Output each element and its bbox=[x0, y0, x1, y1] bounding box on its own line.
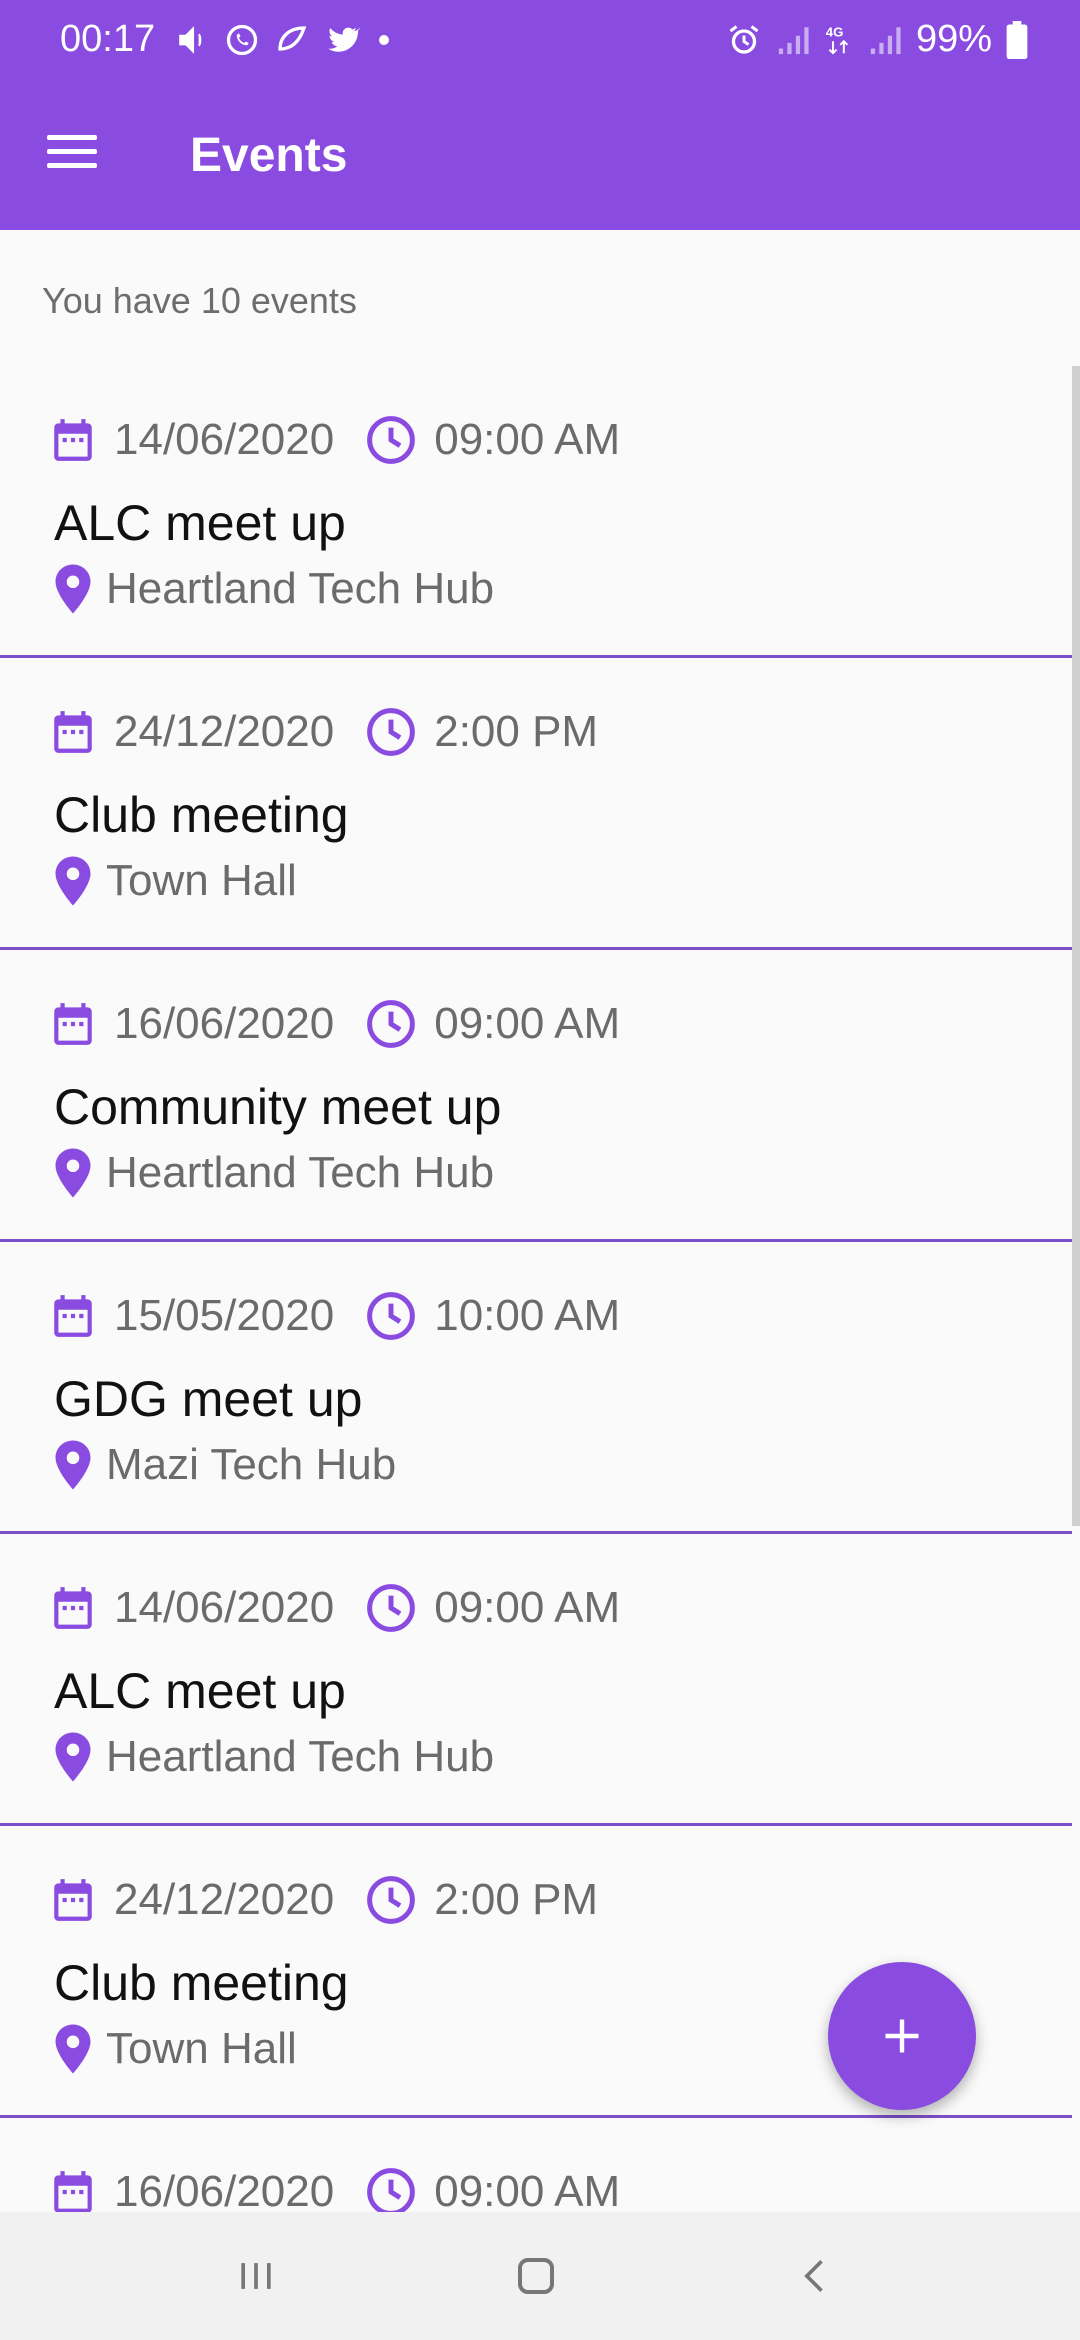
app-toolbar: Events bbox=[0, 82, 1080, 230]
event-title: GDG meet up bbox=[54, 1371, 363, 1427]
status-time: 00:17 bbox=[60, 18, 156, 60]
svg-text:4G: 4G bbox=[826, 24, 844, 39]
add-event-button[interactable] bbox=[828, 1962, 976, 2110]
event-datetime-row: 24/12/2020 2:00 PM bbox=[48, 704, 598, 760]
calendar-icon bbox=[54, 1587, 92, 1629]
event-location: Town Hall bbox=[106, 856, 297, 905]
battery-percent: 99% bbox=[915, 18, 992, 60]
event-datetime-row: 16/06/2020 09:00 AM bbox=[48, 2164, 620, 2212]
event-location: Heartland Tech Hub bbox=[106, 1148, 495, 1197]
calendar-icon bbox=[54, 1879, 92, 1921]
event-datetime-row: 16/06/2020 09:00 AM bbox=[48, 996, 620, 1052]
scrollbar[interactable] bbox=[1072, 366, 1080, 1526]
event-location: Heartland Tech Hub bbox=[106, 564, 495, 613]
event-date: 16/06/2020 bbox=[114, 2167, 335, 2212]
location-pin-icon bbox=[55, 564, 91, 614]
event-list-item[interactable]: 24/12/2020 2:00 PM Club meeting Town Hal… bbox=[0, 658, 1072, 950]
event-time: 2:00 PM bbox=[434, 707, 599, 756]
clock-icon bbox=[367, 2168, 416, 2212]
event-list-item[interactable]: 14/06/2020 09:00 AM ALC meet up Heartlan… bbox=[0, 1534, 1072, 1826]
clock-icon bbox=[367, 416, 416, 464]
signal-icon bbox=[870, 26, 901, 54]
event-location-row: Heartland Tech Hub bbox=[52, 1730, 494, 1784]
status-bar: 00:17 4G 99% bbox=[0, 0, 1080, 82]
event-location-row: Mazi Tech Hub bbox=[52, 1438, 396, 1492]
event-date: 15/05/2020 bbox=[114, 1291, 335, 1340]
event-time: 09:00 AM bbox=[434, 415, 621, 464]
menu-line bbox=[47, 149, 97, 154]
volume-icon bbox=[179, 26, 202, 54]
home-button[interactable] bbox=[496, 2246, 576, 2306]
menu-line bbox=[47, 163, 97, 168]
event-title: Community meet up bbox=[54, 1079, 502, 1135]
calendar-icon bbox=[54, 1295, 92, 1337]
battery-icon bbox=[1006, 20, 1028, 59]
event-datetime-row: 24/12/2020 2:00 PM bbox=[48, 1872, 598, 1928]
event-title: ALC meet up bbox=[54, 495, 346, 551]
event-location-row: Heartland Tech Hub bbox=[52, 562, 494, 616]
event-location-row: Town Hall bbox=[52, 854, 297, 908]
event-location: Town Hall bbox=[106, 2024, 297, 2073]
event-date: 14/06/2020 bbox=[114, 415, 335, 464]
calendar-icon bbox=[54, 711, 92, 753]
4g-icon: 4G bbox=[826, 24, 849, 55]
event-location: Mazi Tech Hub bbox=[106, 1440, 397, 1489]
event-date: 24/12/2020 bbox=[114, 707, 335, 756]
event-location: Heartland Tech Hub bbox=[106, 1732, 495, 1781]
event-time: 09:00 AM bbox=[434, 999, 621, 1048]
back-button[interactable] bbox=[776, 2246, 856, 2306]
event-title: Club meeting bbox=[54, 787, 349, 843]
hamburger-menu-icon[interactable] bbox=[36, 126, 108, 186]
recent-apps-icon bbox=[241, 2263, 271, 2289]
calendar-icon bbox=[54, 2171, 92, 2212]
event-date: 16/06/2020 bbox=[114, 999, 335, 1048]
whatsapp-icon bbox=[226, 24, 258, 56]
clock-icon bbox=[367, 1876, 416, 1924]
event-time: 09:00 AM bbox=[434, 1583, 621, 1632]
clock-icon bbox=[367, 1292, 416, 1340]
plus-icon bbox=[885, 2019, 919, 2053]
event-time: 10:00 AM bbox=[434, 1291, 621, 1340]
event-location-row: Heartland Tech Hub bbox=[52, 1146, 494, 1200]
home-icon bbox=[518, 2258, 554, 2294]
event-title: Club meeting bbox=[54, 1955, 349, 2011]
calendar-icon bbox=[54, 1003, 92, 1045]
clock-icon bbox=[367, 708, 416, 756]
event-title: ALC meet up bbox=[54, 1663, 346, 1719]
clock-icon bbox=[367, 1000, 416, 1048]
location-pin-icon bbox=[55, 2024, 91, 2074]
event-count-text: You have 10 events bbox=[42, 280, 357, 321]
system-nav-bar bbox=[0, 2212, 1080, 2340]
event-datetime-row: 14/06/2020 09:00 AM bbox=[48, 1580, 620, 1636]
event-location-row: Town Hall bbox=[52, 2022, 297, 2076]
event-list-item[interactable]: 16/06/2020 09:00 AM bbox=[0, 2118, 1072, 2212]
dot-icon bbox=[379, 35, 389, 45]
event-time: 2:00 PM bbox=[434, 1875, 599, 1924]
location-pin-icon bbox=[55, 1148, 91, 1198]
alarm-icon bbox=[729, 24, 759, 54]
recent-apps-button[interactable] bbox=[216, 2246, 296, 2306]
calendar-icon bbox=[54, 419, 92, 461]
location-pin-icon bbox=[55, 1440, 91, 1490]
event-date: 14/06/2020 bbox=[114, 1583, 335, 1632]
back-icon bbox=[804, 2260, 823, 2292]
status-right-icons: 4G 99% bbox=[726, 18, 1028, 61]
twitter-icon bbox=[328, 27, 360, 52]
event-list[interactable]: 14/06/2020 09:00 AM ALC meet up Heartlan… bbox=[0, 366, 1072, 2212]
event-list-item[interactable]: 15/05/2020 10:00 AM GDG meet up Mazi Tec… bbox=[0, 1242, 1072, 1534]
event-datetime-row: 14/06/2020 09:00 AM bbox=[48, 412, 620, 468]
event-datetime-row: 15/05/2020 10:00 AM bbox=[48, 1288, 620, 1344]
event-list-item[interactable]: 14/06/2020 09:00 AM ALC meet up Heartlan… bbox=[0, 366, 1072, 658]
event-date: 24/12/2020 bbox=[114, 1875, 335, 1924]
location-pin-icon bbox=[55, 856, 91, 906]
menu-line bbox=[47, 135, 97, 140]
notification-app-icon bbox=[278, 26, 307, 51]
clock-icon bbox=[367, 1584, 416, 1632]
signal-icon bbox=[778, 26, 809, 54]
event-list-item[interactable]: 16/06/2020 09:00 AM Community meet up He… bbox=[0, 950, 1072, 1242]
page-title: Events bbox=[190, 129, 348, 182]
status-left-icons bbox=[176, 20, 394, 60]
location-pin-icon bbox=[55, 1732, 91, 1782]
event-time: 09:00 AM bbox=[434, 2167, 621, 2212]
